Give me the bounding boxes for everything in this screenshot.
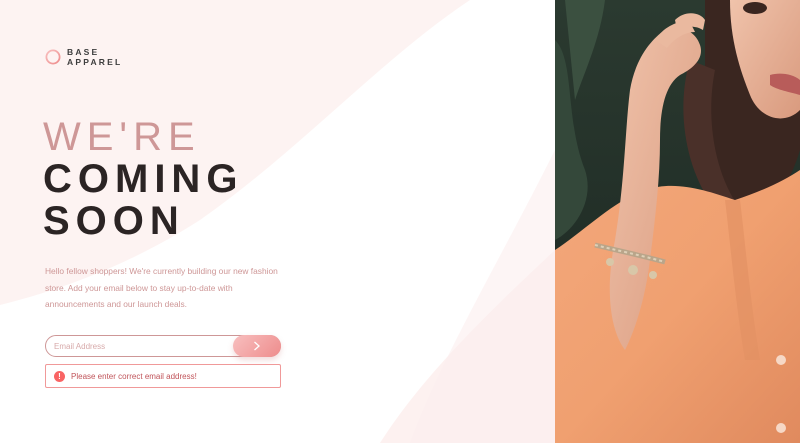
headline-light: WE'RE bbox=[43, 115, 201, 159]
headline-dark-line-1: COMING bbox=[43, 157, 244, 201]
content-panel: BASE APPAREL WE'RE COMING SOON Hello fel… bbox=[0, 0, 555, 443]
brand-name: BASE APPAREL bbox=[67, 47, 122, 67]
ring-logo-icon bbox=[45, 49, 61, 65]
brand-name-line-2: APPAREL bbox=[67, 57, 123, 67]
headline-dark-line-2: SOON bbox=[43, 199, 185, 243]
brand-name-line-1: BASE bbox=[67, 47, 100, 57]
hero-description: Hello fellow shoppers! We're currently b… bbox=[45, 266, 278, 309]
page-headline: WE'RE COMING SOON bbox=[43, 116, 243, 242]
brand-logo[interactable]: BASE APPAREL bbox=[45, 47, 122, 67]
coming-soon-page: BASE APPAREL WE'RE COMING SOON Hello fel… bbox=[0, 0, 800, 443]
hero-photo-image bbox=[555, 0, 800, 443]
subscribe-form bbox=[45, 335, 281, 357]
error-message-box: ! Please enter correct email address! bbox=[45, 364, 281, 388]
error-message: Please enter correct email address! bbox=[71, 371, 197, 381]
submit-button[interactable] bbox=[233, 335, 281, 357]
exclamation-circle-icon: ! bbox=[54, 370, 65, 382]
hero-photo bbox=[555, 0, 800, 443]
chevron-right-icon bbox=[254, 341, 260, 351]
